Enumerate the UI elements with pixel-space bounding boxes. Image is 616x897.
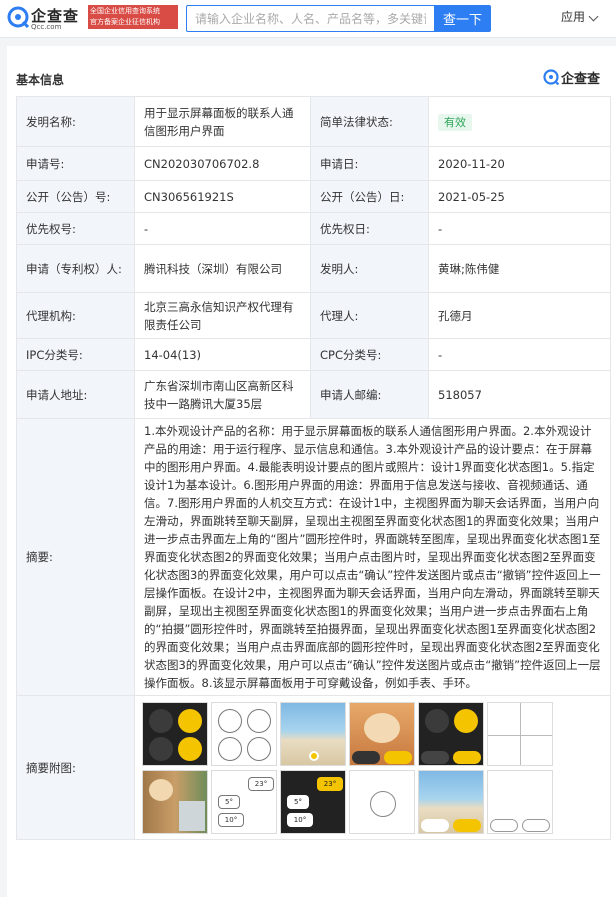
chevron-down-icon[interactable] <box>588 11 599 22</box>
logo-domain: Qcc.com <box>31 23 62 31</box>
app-menu[interactable]: 应用 <box>561 8 585 25</box>
search-button[interactable]: 查一下 <box>434 5 491 32</box>
table-row: 代理机构: 北京三高永信知识产权代理有限责任公司 代理人: 孔德月 <box>16 292 611 339</box>
search-input[interactable] <box>186 5 434 32</box>
legal-status-label: 简单法律状态: <box>310 96 429 147</box>
invention-name-label: 发明名称: <box>16 96 135 147</box>
figures-label: 摘要附图: <box>16 695 135 840</box>
priority-date-value: - <box>428 212 611 245</box>
agency-link[interactable]: 北京三高永信知识产权代理有限责任公司 <box>134 292 311 339</box>
section-title: 基本信息 <box>16 73 65 87</box>
temperature-bubble: 23° <box>317 777 343 791</box>
priority-no-label: 优先权号: <box>16 212 135 245</box>
figure-thumbnail[interactable] <box>280 702 346 766</box>
publication-no-value: CN306561921S <box>134 180 311 213</box>
figure-thumbnail[interactable] <box>211 702 277 766</box>
agent-value: 孔德月 <box>428 292 611 339</box>
priority-date-label: 优先权日: <box>310 212 429 245</box>
legal-status-cell: 有效 <box>428 96 611 147</box>
ipc-value: 14-04(13) <box>134 338 311 371</box>
tagline-badge: 全国企业信用查询系统 官方备案企业征信机构 <box>88 5 178 29</box>
application-date-value: 2020-11-20 <box>428 146 611 181</box>
applicant-label: 申请（专利权）人: <box>16 244 135 293</box>
figures-cell: 23° 5° 10° 23° 5° 10° <box>134 695 611 840</box>
temperature-bubble: 5° <box>218 795 240 809</box>
invention-name-value: 用于显示屏幕面板的联系人通信图形用户界面 <box>134 96 311 147</box>
basic-info-card: 基本信息 企查查 发明名称: 用于显示屏幕面板的联系人通信图形用户界面 简单法律… <box>7 46 616 897</box>
figure-thumbnail[interactable] <box>349 702 415 766</box>
publication-date-label: 公开（公告）日: <box>310 180 429 213</box>
ipc-label: IPC分类号: <box>16 338 135 371</box>
inventor-value: 黄琳;陈伟健 <box>428 244 611 293</box>
address-value: 广东省深圳市南山区高新区科技中一路腾讯大厦35层 <box>134 370 311 419</box>
table-row: 发明名称: 用于显示屏幕面板的联系人通信图形用户界面 简单法律状态: 有效 <box>16 96 611 147</box>
temperature-bubble: 5° <box>287 795 309 809</box>
figure-thumbnail[interactable]: 23° 5° 10° <box>211 770 277 834</box>
tagline-line-2: 官方备案企业征信机构 <box>90 18 160 26</box>
patent-info-table: 发明名称: 用于显示屏幕面板的联系人通信图形用户界面 简单法律状态: 有效 申请… <box>16 96 611 840</box>
table-row: 申请（专利权）人: 腾讯科技（深圳）有限公司 发明人: 黄琳;陈伟健 <box>16 244 611 293</box>
tagline-line-1: 全国企业信用查询系统 <box>90 7 160 15</box>
status-badge: 有效 <box>438 113 472 131</box>
qcc-logo[interactable]: 企查查 Qcc.com <box>7 5 88 33</box>
agency-label: 代理机构: <box>16 292 135 339</box>
temperature-bubble: 10° <box>218 813 244 827</box>
temperature-bubble: 23° <box>248 777 274 791</box>
postcode-value: 518057 <box>428 370 611 419</box>
cpc-label: CPC分类号: <box>310 338 429 371</box>
qcc-logo-icon <box>7 6 29 28</box>
table-row: 申请人地址: 广东省深圳市南山区高新区科技中一路腾讯大厦35层 申请人邮编: 5… <box>16 370 611 419</box>
figure-thumbnail[interactable] <box>349 770 415 834</box>
table-row: 摘要: 1.本外观设计产品的名称：用于显示屏幕面板的联系人通信图形用户界面。2.… <box>16 418 611 696</box>
application-no-label: 申请号: <box>16 146 135 181</box>
application-date-label: 申请日: <box>310 146 429 181</box>
priority-no-value: - <box>134 212 311 245</box>
figure-thumbnail[interactable]: 23° 5° 10° <box>280 770 346 834</box>
figure-thumbnail[interactable] <box>142 702 208 766</box>
address-label: 申请人地址: <box>16 370 135 419</box>
temperature-bubble: 10° <box>287 813 313 827</box>
table-row: 摘要附图: 23° 5° 10° 23° 5° 10° <box>16 695 611 840</box>
brand-text: 企查查 <box>561 72 601 87</box>
table-row: IPC分类号: 14-04(13) CPC分类号: - <box>16 338 611 371</box>
postcode-label: 申请人邮编: <box>310 370 429 419</box>
brand-mark: 企查查 <box>543 68 605 87</box>
top-header: 企查查 Qcc.com 全国企业信用查询系统 官方备案企业征信机构 查一下 应用 <box>0 0 616 38</box>
table-row: 优先权号: - 优先权日: - <box>16 212 611 245</box>
table-row: 申请号: CN202030706702.8 申请日: 2020-11-20 <box>16 146 611 181</box>
figure-thumbnail[interactable] <box>142 770 208 834</box>
abstract-text: 1.本外观设计产品的名称：用于显示屏幕面板的联系人通信图形用户界面。2.本外观设… <box>134 418 611 696</box>
cpc-value: - <box>428 338 611 371</box>
inventor-label: 发明人: <box>310 244 429 293</box>
table-row: 公开（公告）号: CN306561921S 公开（公告）日: 2021-05-2… <box>16 180 611 213</box>
publication-no-label: 公开（公告）号: <box>16 180 135 213</box>
figure-thumbnails: 23° 5° 10° 23° 5° 10° <box>135 696 610 839</box>
qcc-brand-icon <box>543 69 559 85</box>
figure-thumbnail[interactable] <box>418 770 484 834</box>
abstract-label: 摘要: <box>16 418 135 696</box>
figure-thumbnail[interactable] <box>487 770 553 834</box>
figure-thumbnail[interactable] <box>418 702 484 766</box>
publication-date-value: 2021-05-25 <box>428 180 611 213</box>
application-no-value: CN202030706702.8 <box>134 146 311 181</box>
applicant-link[interactable]: 腾讯科技（深圳）有限公司 <box>134 244 311 293</box>
figure-thumbnail[interactable] <box>487 702 553 766</box>
agent-label: 代理人: <box>310 292 429 339</box>
